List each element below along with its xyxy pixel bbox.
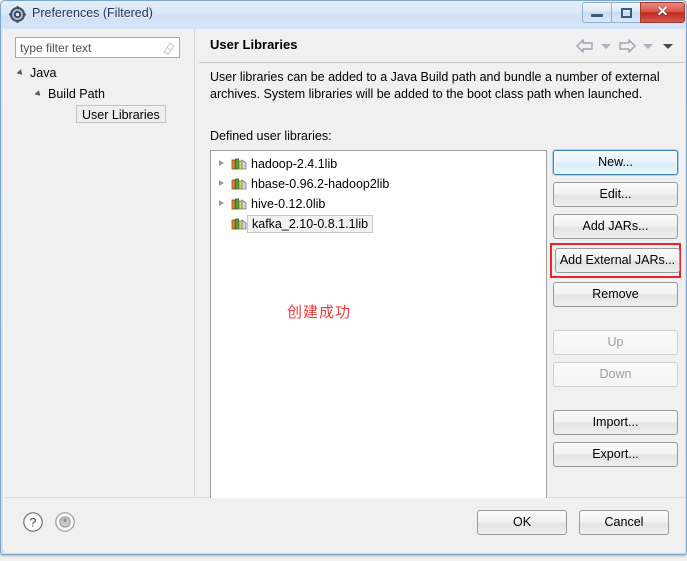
minimize-icon <box>591 14 603 17</box>
add-external-jars-button[interactable]: Add External JARs... <box>555 248 680 273</box>
import-button[interactable]: Import... <box>553 410 678 435</box>
preferences-tree: Java Build Path User Libraries <box>4 63 194 126</box>
list-item[interactable]: hive-0.12.0lib <box>211 194 546 214</box>
sidebar-item-label: Java <box>30 66 57 80</box>
page-title: User Libraries <box>210 37 298 52</box>
sidebar-item-user-libraries[interactable]: User Libraries <box>4 105 194 126</box>
library-books-icon <box>231 217 247 231</box>
page-menu-chevron-down-icon[interactable] <box>663 43 673 49</box>
list-item-label: kafka_2.10-0.8.1.1lib <box>247 215 374 233</box>
sidebar-item-label: User Libraries <box>76 105 166 123</box>
search-input[interactable]: type filter text <box>20 41 91 55</box>
title-bar[interactable]: Preferences (Filtered) ✕ <box>1 1 686 28</box>
down-button[interactable]: Down <box>553 362 678 387</box>
expand-triangle-icon[interactable] <box>219 200 224 206</box>
list-item-selected[interactable]: kafka_2.10-0.8.1.1lib <box>211 214 546 234</box>
new-button[interactable]: New... <box>553 150 678 175</box>
preferences-window: Preferences (Filtered) ✕ type filter tex… <box>0 0 687 555</box>
back-chevron-down-icon[interactable] <box>601 43 611 49</box>
add-external-jars-highlight: Add External JARs... <box>550 243 681 278</box>
list-item-label: hbase-0.96.2-hadoop2lib <box>251 177 390 191</box>
list-item-label: hadoop-2.4.1lib <box>251 157 338 171</box>
library-books-icon <box>231 157 247 171</box>
sidebar-item-java[interactable]: Java <box>4 63 194 84</box>
footer-icons: ? <box>22 511 76 533</box>
ok-button[interactable]: OK <box>477 510 567 535</box>
up-button[interactable]: Up <box>553 330 678 355</box>
forward-chevron-down-icon[interactable] <box>643 43 653 49</box>
close-icon: ✕ <box>656 5 669 20</box>
forward-arrow-icon[interactable] <box>617 38 637 54</box>
dialog-footer: ? OK Cancel <box>4 498 685 553</box>
library-books-icon <box>231 197 247 211</box>
remove-button[interactable]: Remove <box>553 282 678 307</box>
clear-filter-icon[interactable] <box>162 41 175 55</box>
list-item[interactable]: hadoop-2.4.1lib <box>211 154 546 174</box>
preferences-sidebar: type filter text Java Build Path User Li… <box>4 29 194 497</box>
user-libraries-page: User Libraries User libraries can be add… <box>199 29 685 515</box>
expand-triangle-icon[interactable] <box>16 69 25 77</box>
minimize-button[interactable] <box>582 2 611 23</box>
annotation-text: 创建成功 <box>287 304 352 321</box>
page-header: User Libraries <box>199 29 685 63</box>
library-actions: New... Edit... Add JARs... Add External … <box>550 150 681 474</box>
button-group-gap <box>553 394 679 410</box>
footer-buttons: OK Cancel <box>477 510 669 535</box>
add-jars-button[interactable]: Add JARs... <box>553 214 678 239</box>
page-nav-icons <box>575 38 677 54</box>
button-group-gap <box>553 314 679 330</box>
close-button[interactable]: ✕ <box>640 2 685 23</box>
expand-triangle-icon[interactable] <box>219 180 224 186</box>
expand-triangle-icon[interactable] <box>34 90 43 98</box>
window-title: Preferences (Filtered) <box>32 6 153 20</box>
help-question-icon[interactable]: ? <box>22 511 44 533</box>
page-description: User libraries can be added to a Java Bu… <box>210 70 660 101</box>
sidebar-item-build-path[interactable]: Build Path <box>4 84 194 105</box>
filter-box[interactable]: type filter text <box>15 37 180 58</box>
maximize-button[interactable] <box>611 2 640 23</box>
dialog-body: type filter text Java Build Path User Li… <box>4 29 685 515</box>
preferences-dialog-screenshot: Preferences (Filtered) ✕ type filter tex… <box>0 0 687 561</box>
info-circle-icon[interactable] <box>54 511 76 533</box>
user-libraries-list[interactable]: hadoop-2.4.1lib hbase-0.96.2-hadoop2lib … <box>210 150 547 515</box>
export-button[interactable]: Export... <box>553 442 678 467</box>
list-item-label: hive-0.12.0lib <box>251 197 326 211</box>
preferences-gear-icon <box>9 6 26 23</box>
list-item[interactable]: hbase-0.96.2-hadoop2lib <box>211 174 546 194</box>
svg-text:?: ? <box>30 516 37 530</box>
edit-button[interactable]: Edit... <box>553 182 678 207</box>
expand-triangle-icon[interactable] <box>219 160 224 166</box>
cancel-button[interactable]: Cancel <box>579 510 669 535</box>
back-arrow-icon[interactable] <box>575 38 595 54</box>
library-books-icon <box>231 177 247 191</box>
sidebar-item-label: Build Path <box>48 87 105 101</box>
defined-libraries-label: Defined user libraries: <box>210 129 332 143</box>
window-controls: ✕ <box>582 2 685 23</box>
maximize-icon <box>621 8 632 18</box>
